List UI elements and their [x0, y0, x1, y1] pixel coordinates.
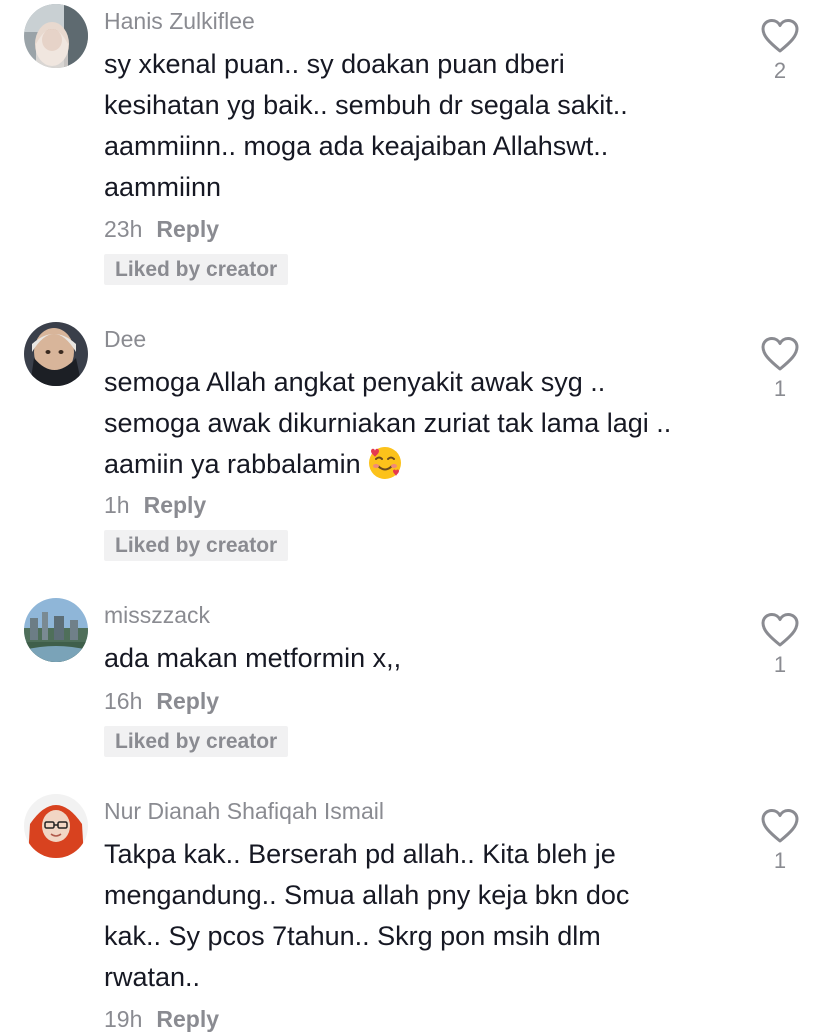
comment-meta: 1h Reply: [104, 490, 206, 520]
comment-line: aammiinn.. moga ada keajaiban Allahswt..: [104, 131, 609, 161]
comment-text: ada makan metformin x,,: [104, 638, 744, 679]
smiling-face-with-hearts-icon: [368, 447, 401, 479]
comment-line: rwatan..: [104, 962, 201, 992]
comment-line: aammiinn: [104, 172, 222, 202]
comment-meta: 19h Reply: [104, 1004, 219, 1034]
comment-meta: 23h Reply: [104, 214, 219, 244]
like-count: 1: [773, 652, 787, 677]
liked-by-creator-badge: Liked by creator: [104, 726, 289, 757]
avatar[interactable]: [24, 4, 88, 68]
comment-line: kesihatan yg baik.. sembuh dr segala sak…: [104, 90, 628, 120]
timestamp: 23h: [104, 216, 143, 242]
reply-button[interactable]: Reply: [156, 688, 219, 714]
username[interactable]: misszzack: [104, 600, 210, 630]
username[interactable]: Hanis Zulkiflee: [104, 6, 255, 36]
heart-outline-icon: [761, 19, 799, 53]
liked-by-creator-badge: Liked by creator: [104, 254, 289, 285]
comment-line-text: aamiin ya rabbalamin: [104, 449, 361, 479]
heart-outline-icon: [761, 809, 799, 843]
comment-line: Takpa kak.. Berserah pd allah.. Kita ble…: [104, 839, 616, 869]
heart-outline-icon: [761, 337, 799, 371]
avatar[interactable]: [24, 598, 88, 662]
username[interactable]: Dee: [104, 324, 146, 354]
comment-line: aamiin ya rabbalamin: [104, 444, 744, 485]
comment-line: semoga awak dikurniakan zuriat tak lama …: [104, 408, 672, 438]
timestamp: 1h: [104, 492, 130, 518]
comment-line: sy xkenal puan.. sy doakan puan dberi: [104, 49, 565, 79]
reply-button[interactable]: Reply: [144, 492, 207, 518]
like-button[interactable]: [760, 336, 800, 372]
heart-outline-icon: [761, 613, 799, 647]
timestamp: 16h: [104, 688, 143, 714]
comment-line: ada makan metformin x,,: [104, 643, 402, 673]
comment-line: kak.. Sy pcos 7tahun.. Skrg pon msih dlm: [104, 921, 601, 951]
reply-button[interactable]: Reply: [156, 216, 219, 242]
like-button[interactable]: [760, 808, 800, 844]
like-button[interactable]: [760, 18, 800, 54]
comment-line: semoga Allah angkat penyakit awak syg ..: [104, 367, 606, 397]
comment-text: sy xkenal puan.. sy doakan puan dberi ke…: [104, 44, 744, 208]
comment-text: semoga Allah angkat penyakit awak syg ..…: [104, 362, 744, 485]
like-button[interactable]: [760, 612, 800, 648]
comment-line: mengandung.. Smua allah pny keja bkn doc: [104, 880, 630, 910]
like-count: 1: [773, 376, 787, 401]
like-count: 1: [773, 848, 787, 873]
timestamp: 19h: [104, 1006, 143, 1032]
avatar[interactable]: [24, 322, 88, 386]
comment-text: Takpa kak.. Berserah pd allah.. Kita ble…: [104, 834, 744, 998]
avatar[interactable]: [24, 794, 88, 858]
reply-button[interactable]: Reply: [156, 1006, 219, 1032]
username[interactable]: Nur Dianah Shafiqah Ismail: [104, 796, 384, 826]
like-count: 2: [773, 58, 787, 83]
comment-meta: 16h Reply: [104, 686, 219, 716]
liked-by-creator-badge: Liked by creator: [104, 530, 289, 561]
